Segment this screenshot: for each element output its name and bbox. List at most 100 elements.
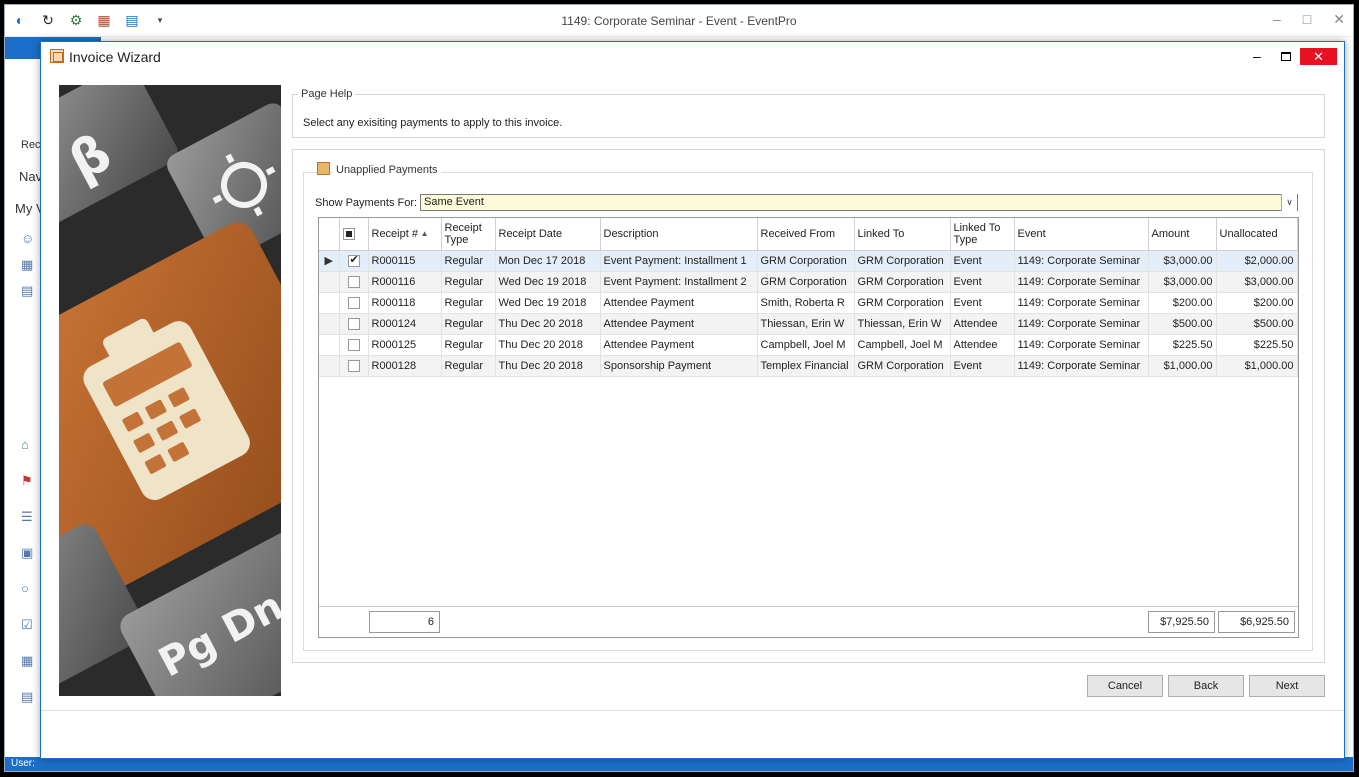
row-select-cell[interactable] bbox=[339, 355, 369, 377]
cell-event[interactable]: 1149: Corporate Seminar bbox=[1014, 271, 1149, 293]
show-payments-select[interactable]: Same Event ∨ bbox=[420, 194, 1298, 211]
cell-received-from[interactable]: Templex Financial bbox=[757, 355, 855, 377]
cell-received-from[interactable]: Smith, Roberta R bbox=[757, 292, 855, 314]
cell-linked-to[interactable]: GRM Corporation bbox=[854, 271, 951, 293]
cell-linked-type[interactable]: Event bbox=[950, 292, 1015, 314]
cell-date[interactable]: Thu Dec 20 2018 bbox=[495, 355, 601, 377]
cell-type[interactable]: Regular bbox=[441, 292, 496, 314]
calculator-icon[interactable]: ▦ bbox=[21, 653, 37, 669]
cell-type[interactable]: Regular bbox=[441, 271, 496, 293]
table-row[interactable]: R000118 Regular Wed Dec 19 2018 Attendee Pa… bbox=[319, 292, 1298, 314]
cell-received-from[interactable]: GRM Corporation bbox=[757, 271, 855, 293]
column-header-linked-to[interactable]: Linked To bbox=[854, 218, 951, 251]
table-row[interactable]: R000128 Regular Thu Dec 20 2018 Sponsorship… bbox=[319, 355, 1298, 377]
row-select-checkbox[interactable] bbox=[347, 317, 360, 330]
cell-description[interactable]: Attendee Payment bbox=[600, 334, 758, 356]
column-header-received-from[interactable]: Received From bbox=[757, 218, 855, 251]
cancel-button[interactable]: Cancel bbox=[1087, 675, 1163, 697]
cell-type[interactable]: Regular bbox=[441, 313, 496, 335]
cell-unallocated[interactable]: $500.00 bbox=[1216, 313, 1298, 335]
row-select-cell[interactable] bbox=[339, 313, 369, 335]
cell-linked-type[interactable]: Event bbox=[950, 271, 1015, 293]
cell-unallocated[interactable]: $200.00 bbox=[1216, 292, 1298, 314]
row-select-checkbox[interactable] bbox=[347, 275, 360, 288]
dialog-minimize-icon[interactable]: – bbox=[1253, 48, 1267, 64]
select-all-checkbox[interactable] bbox=[342, 227, 355, 240]
cell-event[interactable]: 1149: Corporate Seminar bbox=[1014, 292, 1149, 314]
cell-linked-to[interactable]: Campbell, Joel M bbox=[854, 334, 951, 356]
cell-event[interactable]: 1149: Corporate Seminar bbox=[1014, 334, 1149, 356]
cell-date[interactable]: Wed Dec 19 2018 bbox=[495, 292, 601, 314]
cell-unallocated[interactable]: $225.50 bbox=[1216, 334, 1298, 356]
cell-received-from[interactable]: GRM Corporation bbox=[757, 250, 855, 272]
chevron-down-icon[interactable]: ∨ bbox=[1281, 194, 1297, 211]
cell-date[interactable]: Thu Dec 20 2018 bbox=[495, 313, 601, 335]
chat-icon[interactable]: ○ bbox=[21, 581, 37, 597]
dialog-maximize-icon[interactable] bbox=[1281, 52, 1291, 61]
cell-unallocated[interactable]: $3,000.00 bbox=[1216, 271, 1298, 293]
cell-amount[interactable]: $1,000.00 bbox=[1148, 355, 1217, 377]
select-all-header[interactable] bbox=[339, 218, 369, 251]
column-header-receipt[interactable]: Receipt # ▲ bbox=[368, 218, 442, 251]
cell-event[interactable]: 1149: Corporate Seminar bbox=[1014, 250, 1149, 272]
cell-unallocated[interactable]: $2,000.00 bbox=[1216, 250, 1298, 272]
cell-amount[interactable]: $3,000.00 bbox=[1148, 271, 1217, 293]
table-row[interactable]: R000125 Regular Thu Dec 20 2018 Attendee Pa… bbox=[319, 334, 1298, 356]
table-row[interactable]: R000116 Regular Wed Dec 19 2018 Event Payme… bbox=[319, 271, 1298, 293]
cell-description[interactable]: Sponsorship Payment bbox=[600, 355, 758, 377]
row-select-checkbox[interactable] bbox=[347, 253, 360, 267]
contacts-icon[interactable]: ▣ bbox=[21, 545, 37, 561]
dialog-close-button[interactable]: ✕ bbox=[1300, 48, 1337, 65]
column-header-description[interactable]: Description bbox=[600, 218, 758, 251]
cell-event[interactable]: 1149: Corporate Seminar bbox=[1014, 313, 1149, 335]
back-button[interactable]: Back bbox=[1168, 675, 1244, 697]
row-select-cell[interactable] bbox=[339, 250, 369, 272]
cell-linked-type[interactable]: Event bbox=[950, 250, 1015, 272]
cell-type[interactable]: Regular bbox=[441, 334, 496, 356]
cell-type[interactable]: Regular bbox=[441, 355, 496, 377]
cell-amount[interactable]: $225.50 bbox=[1148, 334, 1217, 356]
cell-amount[interactable]: $500.00 bbox=[1148, 313, 1217, 335]
pin-icon[interactable]: ⚑ bbox=[21, 473, 37, 489]
cell-linked-type[interactable]: Attendee bbox=[950, 334, 1015, 356]
column-header-receipt-date[interactable]: Receipt Date bbox=[495, 218, 601, 251]
cell-receipt[interactable]: R000115 bbox=[368, 250, 442, 272]
column-header-linked-to-type[interactable]: Linked To Type bbox=[950, 218, 1015, 251]
checklist-icon[interactable]: ☑ bbox=[21, 617, 37, 633]
column-header-unallocated[interactable]: Unallocated bbox=[1216, 218, 1298, 251]
row-select-checkbox[interactable] bbox=[347, 296, 360, 309]
cell-type[interactable]: Regular bbox=[441, 250, 496, 272]
cell-received-from[interactable]: Campbell, Joel M bbox=[757, 334, 855, 356]
row-select-cell[interactable] bbox=[339, 334, 369, 356]
document-icon[interactable]: ▤ bbox=[21, 283, 37, 299]
calendar-icon[interactable]: ▦ bbox=[21, 257, 37, 273]
cell-description[interactable]: Attendee Payment bbox=[600, 292, 758, 314]
minimize-icon[interactable]: – bbox=[1273, 11, 1281, 28]
column-header-receipt-type[interactable]: Receipt Type bbox=[441, 218, 496, 251]
cell-received-from[interactable]: Thiessan, Erin W bbox=[757, 313, 855, 335]
cell-receipt[interactable]: R000116 bbox=[368, 271, 442, 293]
list-icon[interactable]: ☰ bbox=[21, 509, 37, 525]
cell-linked-type[interactable]: Event bbox=[950, 355, 1015, 377]
close-icon[interactable]: ✕ bbox=[1333, 11, 1345, 28]
row-select-cell[interactable] bbox=[339, 292, 369, 314]
table-row[interactable]: R000124 Regular Thu Dec 20 2018 Attendee Pa… bbox=[319, 313, 1298, 335]
cell-date[interactable]: Wed Dec 19 2018 bbox=[495, 271, 601, 293]
cell-receipt[interactable]: R000118 bbox=[368, 292, 442, 314]
user-icon[interactable]: ☺ bbox=[21, 231, 37, 247]
cell-receipt[interactable]: R000124 bbox=[368, 313, 442, 335]
cell-date[interactable]: Thu Dec 20 2018 bbox=[495, 334, 601, 356]
column-header-event[interactable]: Event bbox=[1014, 218, 1149, 251]
cell-linked-to[interactable]: GRM Corporation bbox=[854, 292, 951, 314]
cell-description[interactable]: Event Payment: Installment 2 bbox=[600, 271, 758, 293]
cell-receipt[interactable]: R000125 bbox=[368, 334, 442, 356]
row-select-checkbox[interactable] bbox=[347, 359, 360, 372]
column-header-amount[interactable]: Amount bbox=[1148, 218, 1217, 251]
home-icon[interactable]: ⌂ bbox=[21, 437, 37, 453]
next-button[interactable]: Next bbox=[1249, 675, 1325, 697]
row-select-checkbox[interactable] bbox=[347, 338, 360, 351]
cell-amount[interactable]: $200.00 bbox=[1148, 292, 1217, 314]
maximize-icon[interactable]: □ bbox=[1303, 11, 1311, 28]
cell-unallocated[interactable]: $1,000.00 bbox=[1216, 355, 1298, 377]
cell-date[interactable]: Mon Dec 17 2018 bbox=[495, 250, 601, 272]
